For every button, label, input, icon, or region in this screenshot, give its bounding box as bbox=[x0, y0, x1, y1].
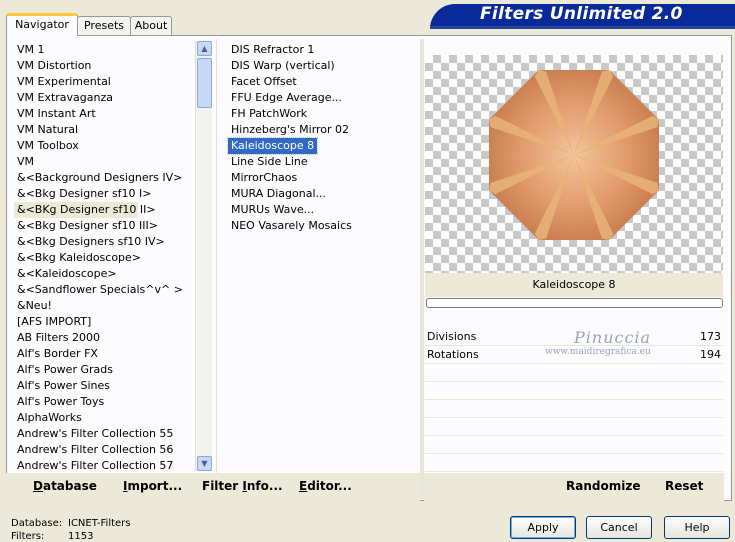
parameter-label: Rotations bbox=[427, 348, 479, 361]
category-item[interactable]: &<Bkg Designers sf10 IV> bbox=[14, 234, 194, 250]
help-button[interactable]: Help bbox=[664, 516, 730, 539]
filter-item[interactable]: Line Side Line bbox=[228, 155, 308, 168]
parameter-row bbox=[425, 400, 723, 418]
category-item[interactable]: &<Kaleidoscope> bbox=[14, 266, 194, 282]
category-item[interactable]: Andrew's Filter Collection 55 bbox=[14, 426, 194, 442]
category-item[interactable]: &<Sandflower Specials^v^ > bbox=[14, 282, 194, 298]
import-button[interactable]: Import... bbox=[123, 473, 182, 499]
category-item[interactable]: &<Bkg Kaleidoscope> bbox=[14, 250, 194, 266]
left-toolbar: Database Import... Filter Info... Editor… bbox=[6, 473, 420, 501]
category-item[interactable]: &<BKg Designer sf10 II> bbox=[14, 202, 156, 218]
kaleidoscope-preview-image bbox=[489, 70, 659, 240]
category-item[interactable]: Andrew's Filter Collection 56 bbox=[14, 442, 194, 458]
category-item[interactable]: VM Extravaganza bbox=[14, 90, 194, 106]
category-item[interactable]: [AFS IMPORT] bbox=[14, 314, 194, 330]
database-button[interactable]: Database bbox=[33, 473, 97, 499]
category-item[interactable]: VM Natural bbox=[14, 122, 194, 138]
preview-canvas bbox=[425, 55, 723, 273]
category-item[interactable]: VM Experimental bbox=[14, 74, 194, 90]
filters-count-label: Filters: bbox=[11, 531, 45, 542]
category-item[interactable]: &Neu! bbox=[14, 298, 194, 314]
filter-item[interactable]: MirrorChaos bbox=[228, 171, 297, 184]
preview-divider bbox=[420, 39, 424, 499]
category-item[interactable]: &<Bkg Designer sf10 I> bbox=[14, 186, 194, 202]
category-item[interactable]: Alf's Power Toys bbox=[14, 394, 194, 410]
filter-item[interactable]: Facet Offset bbox=[228, 75, 297, 88]
category-item[interactable]: VM bbox=[14, 154, 194, 170]
filter-item[interactable]: DIS Refractor 1 bbox=[228, 43, 314, 56]
category-item[interactable]: Alf's Power Sines bbox=[14, 378, 194, 394]
category-item[interactable]: VM 1 bbox=[14, 42, 194, 58]
tab-about[interactable]: About bbox=[130, 16, 172, 35]
parameter-row bbox=[425, 418, 723, 436]
category-item[interactable]: VM Toolbox bbox=[14, 138, 194, 154]
preview-filter-name: Kaleidoscope 8 bbox=[425, 273, 723, 297]
category-item[interactable]: VM Instant Art bbox=[14, 106, 194, 122]
scroll-up-button[interactable]: ▲ bbox=[197, 41, 212, 56]
parameter-row bbox=[425, 436, 723, 454]
reset-button[interactable]: Reset bbox=[665, 473, 703, 499]
parameter-row bbox=[425, 364, 723, 382]
filter-item[interactable]: DIS Warp (vertical) bbox=[228, 59, 335, 72]
category-item[interactable]: VM Distortion bbox=[14, 58, 194, 74]
filter-item[interactable]: Kaleidoscope 8 bbox=[226, 137, 319, 155]
parameter-row bbox=[425, 382, 723, 400]
app-title: Filters Unlimited 2.0 bbox=[480, 4, 683, 24]
category-item[interactable]: Alf's Power Grads bbox=[14, 362, 194, 378]
editor-button[interactable]: Editor... bbox=[299, 473, 352, 499]
parameter-row bbox=[425, 454, 723, 472]
database-label: Database: bbox=[11, 518, 63, 529]
filter-item[interactable]: NEO Vasarely Mosaics bbox=[228, 219, 352, 232]
tab-navigator[interactable]: Navigator bbox=[6, 13, 78, 36]
randomize-button[interactable]: Randomize bbox=[566, 473, 640, 499]
category-item[interactable]: AB Filters 2000 bbox=[14, 330, 194, 346]
filters-count-value: 1153 bbox=[68, 531, 94, 542]
filter-item[interactable]: Hinzeberg's Mirror 02 bbox=[228, 123, 349, 136]
watermark-name: Pinuccia bbox=[574, 328, 652, 347]
status-info: Database: ICNET-Filters Filters: 1153 bbox=[11, 517, 131, 542]
right-toolbar: Randomize Reset bbox=[424, 473, 724, 501]
scroll-down-button[interactable]: ▼ bbox=[197, 456, 212, 471]
database-value: ICNET-Filters bbox=[68, 518, 131, 529]
category-item[interactable]: &<Background Designers IV> bbox=[14, 170, 194, 186]
progress-bar bbox=[426, 298, 723, 308]
filter-item[interactable]: MURUs Wave... bbox=[228, 203, 314, 216]
filter-item[interactable]: MURA Diagonal... bbox=[228, 187, 326, 200]
category-scrollbar[interactable]: ▲ ▼ bbox=[195, 41, 212, 471]
category-item[interactable]: Andrew's Filter Collection 57 bbox=[14, 458, 194, 472]
filter-item[interactable]: FFU Edge Average... bbox=[228, 91, 342, 104]
filter-list[interactable]: DIS Refractor 1 DIS Warp (vertical) Facet … bbox=[226, 42, 418, 472]
parameter-value[interactable]: 194 bbox=[700, 346, 721, 364]
parameter-label: Divisions bbox=[427, 330, 477, 343]
category-list[interactable]: VM 1 VM Distortion VM Experimental VM Extra… bbox=[14, 42, 194, 472]
category-item[interactable]: &<Bkg Designer sf10 III> bbox=[14, 218, 194, 234]
watermark-url: www.maidiregrafica.eu bbox=[545, 347, 651, 357]
cancel-button[interactable]: Cancel bbox=[586, 516, 652, 539]
scroll-thumb[interactable] bbox=[197, 58, 212, 108]
tab-presets[interactable]: Presets bbox=[77, 16, 131, 35]
apply-button[interactable]: Apply bbox=[510, 516, 576, 539]
parameter-value[interactable]: 173 bbox=[700, 328, 721, 346]
list-divider bbox=[216, 39, 217, 473]
filter-item[interactable]: FH PatchWork bbox=[228, 107, 307, 120]
category-item[interactable]: Alf's Border FX bbox=[14, 346, 194, 362]
filter-info-button[interactable]: Filter Info... bbox=[202, 473, 283, 499]
category-item[interactable]: AlphaWorks bbox=[14, 410, 194, 426]
